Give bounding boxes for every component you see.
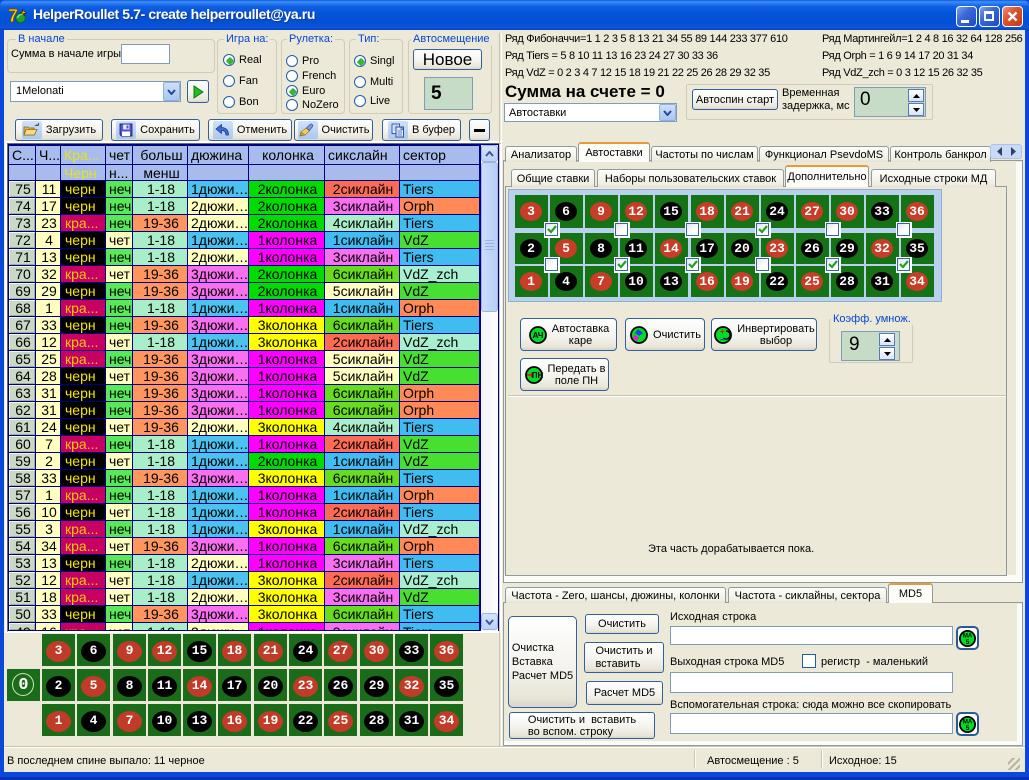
svg-text:ПН: ПН — [531, 371, 543, 380]
svg-text:−: − — [720, 335, 725, 344]
svg-text:5: 5 — [966, 725, 970, 732]
svg-text:5: 5 — [966, 639, 970, 646]
svg-text:АЧ: АЧ — [532, 330, 543, 339]
